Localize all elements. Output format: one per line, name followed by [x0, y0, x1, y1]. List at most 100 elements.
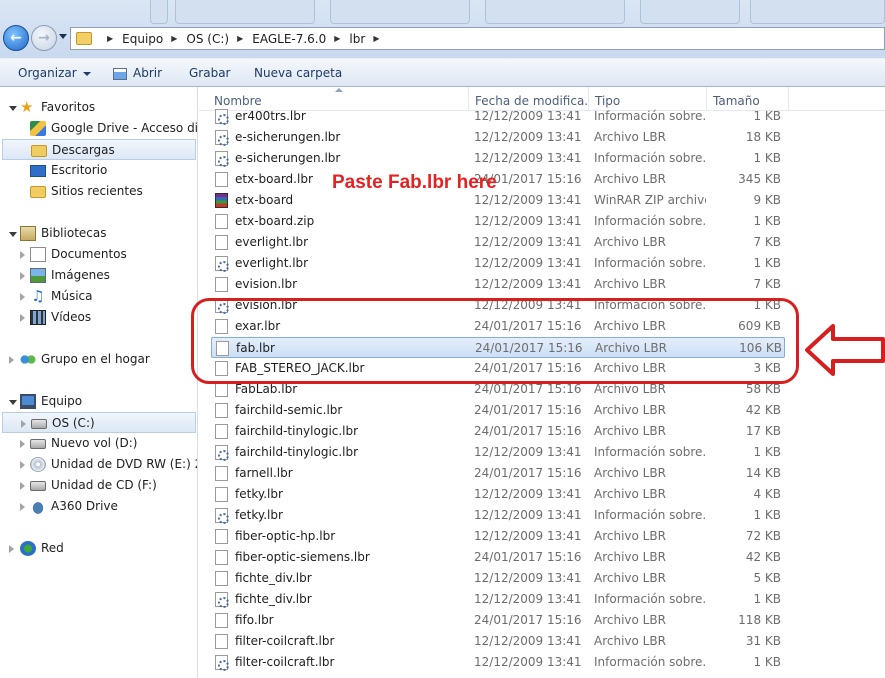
expand-icon[interactable] [9, 106, 17, 111]
file-row[interactable]: fichte_div.lbr 12/12/2009 13:41 Informació… [211, 589, 785, 610]
open-button[interactable]: Abrir [113, 59, 162, 87]
address-bar: ← → ▶ Equipo ▶ OS (C:) ▶ EAGLE-7.6.0 ▶ l… [0, 0, 885, 58]
nav-label: A360 Drive [51, 499, 118, 513]
file-row[interactable]: etx-board 12/12/2009 13:41 WinRAR ZIP arch… [211, 190, 785, 211]
nav-videos[interactable]: Vídeos [0, 307, 197, 328]
back-button[interactable]: ← [3, 25, 29, 51]
file-row[interactable]: fetky.lbr 12/12/2009 13:41 Archivo LBR 4 KB [211, 484, 785, 505]
file-date: 12/12/2009 13:41 [474, 487, 582, 501]
nav-images[interactable]: Imágenes [0, 265, 197, 286]
burn-button[interactable]: Grabar [189, 59, 231, 87]
file-name: fichte_div.lbr [235, 571, 312, 585]
expand-icon[interactable] [20, 461, 25, 469]
file-date: 12/12/2009 13:41 [474, 508, 582, 522]
file-name: everlight.lbr [235, 235, 309, 249]
file-name: filter-coilcraft.lbr [235, 634, 335, 648]
file-row[interactable]: fichte_div.lbr 12/12/2009 13:41 Archivo LB… [211, 568, 785, 589]
recent-places-icon [30, 186, 46, 198]
file-row[interactable]: farnell.lbr 24/01/2017 15:16 Archivo LBR 14… [211, 463, 785, 484]
file-row[interactable]: exar.lbr 24/01/2017 15:16 Archivo LBR 609 K… [211, 316, 785, 337]
file-type: Archivo LBR [594, 235, 666, 249]
file-size: 609 KB [738, 319, 781, 333]
nav-libraries[interactable]: Bibliotecas [0, 223, 197, 244]
documents-icon [30, 247, 46, 262]
file-row[interactable]: filter-coilcraft.lbr 12/12/2009 13:41 Arch… [211, 631, 785, 652]
hard-drive-icon [30, 439, 46, 449]
nav-network[interactable]: Red [0, 538, 197, 559]
file-date: 12/12/2009 13:41 [474, 571, 582, 585]
file-row[interactable]: fairchild-tinylogic.lbr 24/01/2017 15:16 A… [211, 421, 785, 442]
file-size: 106 KB [739, 341, 782, 355]
file-row[interactable]: e-sicherungen.lbr 12/12/2009 13:41 Informa… [211, 148, 785, 169]
organize-label: Organizar [18, 66, 77, 80]
file-row[interactable]: everlight.lbr 12/12/2009 13:41 Información… [211, 253, 785, 274]
forward-button[interactable]: → [31, 25, 57, 51]
nav-google-drive[interactable]: Google Drive - Acceso direct [0, 118, 197, 139]
chevron-right-icon[interactable]: ▶ [171, 34, 177, 43]
chevron-right-icon[interactable]: ▶ [237, 34, 243, 43]
nav-label: Red [41, 541, 64, 555]
file-size: 4 KB [753, 487, 781, 501]
breadcrumb-lbr[interactable]: lbr [349, 32, 365, 46]
new-folder-button[interactable]: Nueva carpeta [254, 59, 342, 87]
file-name: evision.lbr [235, 277, 298, 291]
nav-homegroup[interactable]: Grupo en el hogar [0, 349, 197, 370]
file-row[interactable]: fifo.lbr 24/01/2017 15:16 Archivo LBR 118 K… [211, 610, 785, 631]
file-row[interactable]: fiber-optic-siemens.lbr 24/01/2017 15:16 A… [211, 547, 785, 568]
nav-a360-drive[interactable]: A360 Drive [0, 496, 197, 517]
nav-computer[interactable]: Equipo [0, 391, 197, 412]
expand-icon[interactable] [9, 356, 14, 364]
chevron-right-icon[interactable]: ▶ [334, 34, 340, 43]
expand-icon[interactable] [20, 293, 25, 301]
breadcrumb-eagle[interactable]: EAGLE-7.6.0 [252, 32, 326, 46]
expand-icon[interactable] [20, 440, 25, 448]
file-row[interactable]: filter-coilcraft.lbr 12/12/2009 13:41 Info… [211, 652, 785, 673]
file-row[interactable]: e-sicherungen.lbr 12/12/2009 13:41 Archivo… [211, 127, 785, 148]
organize-button[interactable]: Organizar [18, 59, 91, 87]
nav-recent-places[interactable]: Sitios recientes [0, 181, 197, 202]
nav-music[interactable]: ♫ Música [0, 286, 197, 307]
expand-icon[interactable] [20, 314, 25, 322]
nav-os-drive[interactable]: OS (C:) [2, 412, 196, 433]
file-row[interactable]: evision.lbr 12/12/2009 13:41 Información s… [211, 295, 785, 316]
file-row[interactable]: evision.lbr 12/12/2009 13:41 Archivo LBR 7 … [211, 274, 785, 295]
nav-downloads[interactable]: Descargas [2, 139, 196, 160]
nav-cd-drive[interactable]: Unidad de CD (F:) [0, 475, 197, 496]
expand-icon[interactable] [20, 251, 25, 259]
file-row[interactable]: fairchild-tinylogic.lbr 12/12/2009 13:41 I… [211, 442, 785, 463]
file-row[interactable]: FAB_STEREO_JACK.lbr 24/01/2017 15:16 Archi… [211, 358, 785, 379]
expand-icon[interactable] [20, 272, 25, 280]
file-row[interactable]: fab.lbr 24/01/2017 15:16 Archivo LBR 106 KB [211, 337, 785, 358]
expand-icon[interactable] [21, 420, 26, 428]
file-row[interactable]: everlight.lbr 12/12/2009 13:41 Archivo LBR… [211, 232, 785, 253]
breadcrumb-os-c[interactable]: OS (C:) [186, 32, 229, 46]
file-type: Archivo LBR [594, 382, 666, 396]
file-type: Archivo LBR [594, 529, 666, 543]
file-row[interactable]: fetky.lbr 12/12/2009 13:41 Información sob… [211, 505, 785, 526]
expand-icon[interactable] [9, 232, 17, 237]
nav-documents[interactable]: Documentos [0, 244, 197, 265]
breadcrumb-equipo[interactable]: Equipo [122, 32, 163, 46]
file-row[interactable]: etx-board.zip 12/12/2009 13:41 Información… [211, 211, 785, 232]
file-name: FabLab.lbr [235, 382, 298, 396]
address-field[interactable]: ▶ Equipo ▶ OS (C:) ▶ EAGLE-7.6.0 ▶ lbr ▶ [70, 27, 885, 50]
nav-label: Unidad de DVD RW (E:) 28 j [51, 457, 197, 471]
expand-icon[interactable] [9, 400, 17, 405]
file-date: 24/01/2017 15:16 [474, 424, 582, 438]
chevron-right-icon[interactable]: ▶ [373, 34, 379, 43]
expand-icon[interactable] [9, 545, 14, 553]
nav-dvd-drive[interactable]: Unidad de DVD RW (E:) 28 j [0, 454, 197, 475]
file-row[interactable]: fairchild-semic.lbr 24/01/2017 15:16 Archi… [211, 400, 785, 421]
nav-desktop[interactable]: Escritorio [0, 160, 197, 181]
file-row[interactable]: fiber-optic-hp.lbr 12/12/2009 13:41 Archiv… [211, 526, 785, 547]
nav-favorites[interactable]: ★ Favoritos [0, 97, 197, 118]
nav-new-volume[interactable]: Nuevo vol (D:) [0, 433, 197, 454]
history-dropdown-icon[interactable] [59, 34, 67, 39]
expand-icon[interactable] [20, 482, 25, 490]
expand-icon[interactable] [20, 503, 25, 511]
file-row[interactable]: FabLab.lbr 24/01/2017 15:16 Archivo LBR 58 … [211, 379, 785, 400]
lbr-file-icon [215, 550, 228, 565]
file-row[interactable]: er400trs.lbr 12/12/2009 13:41 Información … [211, 106, 785, 127]
file-row[interactable]: etx-board.lbr 24/01/2017 15:16 Archivo LBR… [211, 169, 785, 190]
chevron-right-icon[interactable]: ▶ [107, 34, 113, 43]
